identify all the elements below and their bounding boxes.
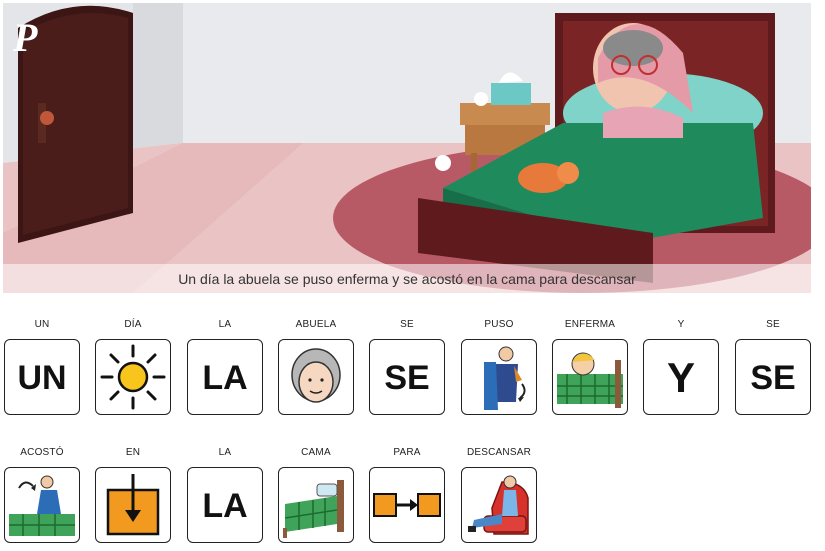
pictogram-symbol-text: Y [666, 354, 695, 401]
pictogram-word: UN [34, 319, 50, 330]
pictogram-symbol-text: SE [384, 359, 430, 397]
pictogram-card [278, 339, 354, 415]
pictogram-symbol-text: LA [202, 359, 248, 397]
pictogram-word: LA [218, 447, 232, 458]
person-dressing-icon [484, 346, 526, 410]
pictogram-card [4, 467, 80, 543]
pictogram-word: PUSO [484, 319, 514, 330]
story-illustration: P [3, 3, 811, 293]
pictogram-symbol-text: UN [17, 359, 67, 397]
lying-down-icon [9, 475, 75, 536]
pictogram-card: Y [643, 339, 719, 415]
pictogram-word: ABUELA [295, 319, 337, 330]
pictogram-word: EN [125, 447, 141, 458]
pictogram-card [278, 467, 354, 543]
pictogram-symbol-text: LA [202, 487, 248, 525]
pictogram-la: LA LA [186, 318, 264, 415]
caption-bar: Un día la abuela se puso enferma y se ac… [3, 264, 811, 294]
pictogram-card [95, 339, 171, 415]
pictogram-card [369, 467, 445, 543]
in-arrow-box-icon [106, 474, 160, 536]
pictogram-la-2: LA LA [186, 446, 264, 543]
pictogram-se-2: SE SE [734, 318, 812, 415]
pictogram-word: CAMA [301, 447, 331, 458]
sick-in-bed-icon [557, 352, 623, 408]
pictogram-dia: DÍA [94, 318, 172, 415]
pictogram-card [552, 339, 628, 415]
pictogram-card: LA [187, 339, 263, 415]
pictogram-card: LA [187, 467, 263, 543]
pictogram-cama: CAMA [277, 446, 355, 543]
pictogram-card [95, 467, 171, 543]
pictogram-en: EN [94, 446, 172, 543]
story-caption: Un día la abuela se puso enferma y se ac… [178, 271, 636, 287]
pictogram-word: SE [766, 319, 780, 330]
pictogram-se: SE SE [368, 318, 446, 415]
pictogram-word: DÍA [124, 319, 142, 330]
pictogram-un: UN UN [3, 318, 81, 415]
grandmother-face-icon [291, 348, 341, 403]
pictogram-card: SE [369, 339, 445, 415]
pictogram-puso: PUSO [460, 318, 538, 415]
bedroom-scene-image: P [3, 3, 811, 293]
resting-armchair-icon [468, 475, 529, 535]
pictogram-word: DESCANSAR [466, 447, 532, 458]
pictogram-card [461, 339, 537, 415]
pictogram-card [461, 467, 537, 543]
sun-icon [100, 344, 166, 410]
pictogram-word: SE [400, 319, 414, 330]
pictogram-abuela: ABUELA [277, 318, 355, 415]
pictogram-word: LA [218, 319, 232, 330]
pictogram-card: UN [4, 339, 80, 415]
publisher-logo: P [12, 15, 38, 60]
pictogram-descansar: DESCANSAR [460, 446, 538, 543]
for-arrow-icon [373, 493, 441, 517]
pictogram-word: PARA [393, 447, 421, 458]
pictogram-word: ACOSTÓ [20, 447, 64, 458]
pictogram-enferma: ENFERMA [551, 318, 629, 415]
pictogram-acosto: ACOSTÓ [3, 446, 81, 543]
pictogram-word: Y [677, 319, 685, 330]
bed-icon [283, 480, 344, 538]
pictogram-word: ENFERMA [564, 319, 616, 330]
pictogram-symbol-text: SE [750, 359, 796, 397]
pictogram-para: PARA [368, 446, 446, 543]
pictogram-card: SE [735, 339, 811, 415]
pictogram-y: Y Y [642, 318, 720, 415]
